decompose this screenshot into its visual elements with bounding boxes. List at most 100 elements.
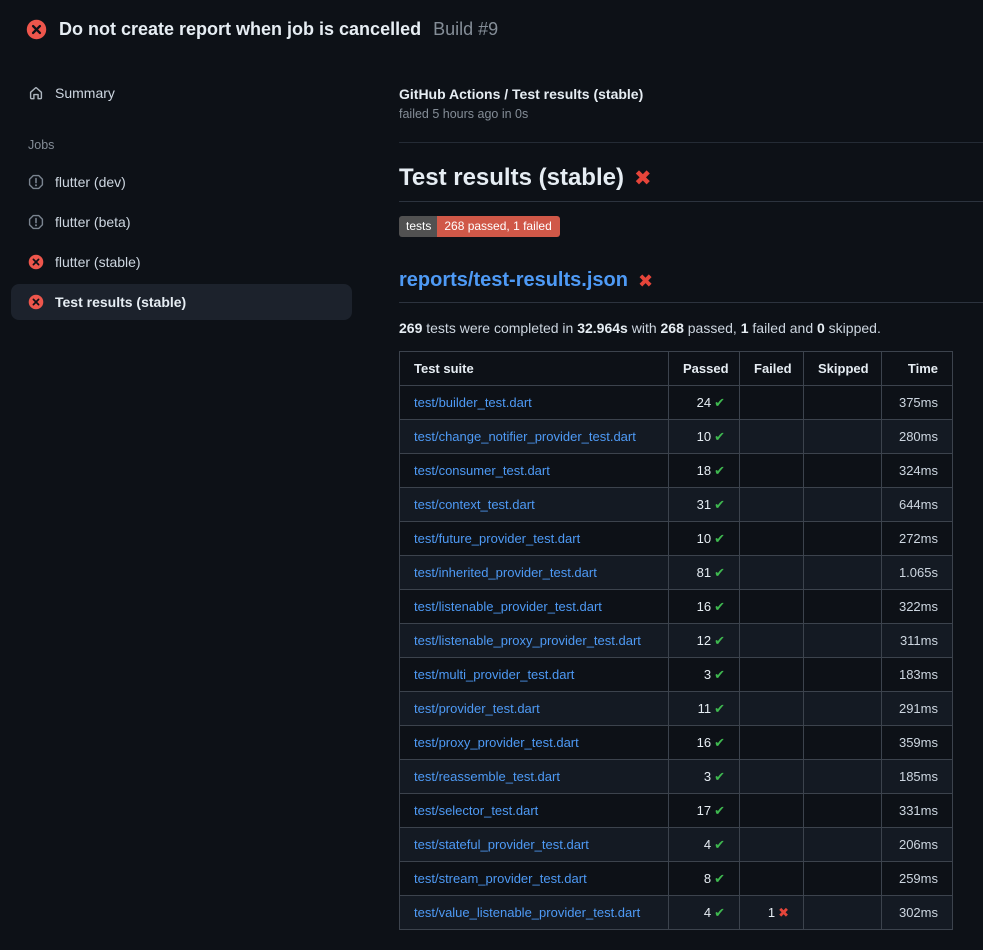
- test-suite-link[interactable]: test/context_test.dart: [414, 497, 654, 512]
- table-row: test/future_provider_test.dart 10✔ 272ms: [400, 522, 953, 556]
- passed-cell: 3✔: [669, 760, 740, 794]
- summary-segment: tests were completed in: [422, 320, 577, 336]
- skipped-cell: [804, 624, 882, 658]
- check-icon: ✔: [714, 463, 725, 478]
- suite-cell: test/inherited_provider_test.dart: [400, 556, 669, 590]
- test-suite-link[interactable]: test/inherited_provider_test.dart: [414, 565, 654, 580]
- skipped-cell: [804, 556, 882, 590]
- test-suite-link[interactable]: test/future_provider_test.dart: [414, 531, 654, 546]
- summary-segment: 32.964s: [577, 320, 628, 336]
- job-item-label: flutter (dev): [55, 174, 126, 190]
- failed-cell: [740, 386, 804, 420]
- time-cell: 644ms: [882, 488, 953, 522]
- summary-segment: 268: [661, 320, 684, 336]
- table-row: test/multi_provider_test.dart 3✔ 183ms: [400, 658, 953, 692]
- passed-cell: 24✔: [669, 386, 740, 420]
- suite-cell: test/consumer_test.dart: [400, 454, 669, 488]
- sidebar-job-item[interactable]: Test results (stable): [11, 284, 352, 320]
- table-header-row: Test suitePassedFailedSkippedTime: [400, 352, 953, 386]
- passed-cell: 12✔: [669, 624, 740, 658]
- cancelled-stop-icon: [28, 214, 44, 230]
- passed-cell: 16✔: [669, 726, 740, 760]
- column-header-time: Time: [882, 352, 953, 386]
- table-body: test/builder_test.dart 24✔ 375ms test/ch…: [400, 386, 953, 930]
- skipped-cell: [804, 726, 882, 760]
- failed-cell: [740, 692, 804, 726]
- summary-segment: 269: [399, 320, 422, 336]
- test-suite-link[interactable]: test/change_notifier_provider_test.dart: [414, 429, 654, 444]
- skipped-cell: [804, 760, 882, 794]
- test-suite-link[interactable]: test/reassemble_test.dart: [414, 769, 654, 784]
- check-icon: ✔: [714, 599, 725, 614]
- skipped-cell: [804, 488, 882, 522]
- failed-cell: [740, 828, 804, 862]
- table-row: test/change_notifier_provider_test.dart …: [400, 420, 953, 454]
- failed-x-circle-icon: [28, 254, 44, 270]
- failed-cell: [740, 522, 804, 556]
- test-suite-link[interactable]: test/provider_test.dart: [414, 701, 654, 716]
- table-row: test/listenable_proxy_provider_test.dart…: [400, 624, 953, 658]
- skipped-cell: [804, 828, 882, 862]
- check-icon: ✔: [714, 803, 725, 818]
- sidebar-summary-label: Summary: [55, 85, 115, 101]
- breadcrumb: GitHub Actions / Test results (stable): [399, 86, 983, 102]
- failed-cell: [740, 488, 804, 522]
- suite-cell: test/change_notifier_provider_test.dart: [400, 420, 669, 454]
- build-number: Build #9: [433, 19, 498, 40]
- check-icon: ✔: [714, 531, 725, 546]
- summary-segment: failed and: [749, 320, 818, 336]
- failed-cell: [740, 862, 804, 896]
- sidebar-job-item[interactable]: flutter (beta): [11, 204, 352, 240]
- summary-segment: 0: [817, 320, 825, 336]
- main-content: GitHub Actions / Test results (stable) f…: [370, 56, 983, 930]
- job-item-label: Test results (stable): [55, 294, 186, 310]
- test-suite-link[interactable]: test/proxy_provider_test.dart: [414, 735, 654, 750]
- suite-cell: test/context_test.dart: [400, 488, 669, 522]
- page-title: Do not create report when job is cancell…: [59, 19, 421, 40]
- failed-cell: [740, 760, 804, 794]
- skipped-cell: [804, 692, 882, 726]
- check-run-header: Do not create report when job is cancell…: [0, 0, 983, 56]
- failed-cell: [740, 794, 804, 828]
- badge-label: tests: [399, 216, 437, 237]
- test-suite-link[interactable]: test/listenable_provider_test.dart: [414, 599, 654, 614]
- fail-x-icon: ✖: [778, 905, 789, 920]
- table-row: test/reassemble_test.dart 3✔ 185ms: [400, 760, 953, 794]
- failed-cell: [740, 556, 804, 590]
- check-icon: ✔: [714, 871, 725, 886]
- test-suite-link[interactable]: test/consumer_test.dart: [414, 463, 654, 478]
- failed-cell: [740, 454, 804, 488]
- column-header-passed: Passed: [669, 352, 740, 386]
- sidebar-job-item[interactable]: flutter (dev): [11, 164, 352, 200]
- check-icon: ✔: [714, 667, 725, 682]
- table-row: test/value_listenable_provider_test.dart…: [400, 896, 953, 930]
- suite-cell: test/future_provider_test.dart: [400, 522, 669, 556]
- failed-x-circle-icon: [28, 294, 44, 310]
- failed-x-icon: ✖: [634, 168, 652, 189]
- failed-cell: [740, 726, 804, 760]
- sidebar-job-item[interactable]: flutter (stable): [11, 244, 352, 280]
- passed-cell: 18✔: [669, 454, 740, 488]
- passed-cell: 31✔: [669, 488, 740, 522]
- time-cell: 259ms: [882, 862, 953, 896]
- check-icon: ✔: [714, 633, 725, 648]
- test-suite-link[interactable]: test/selector_test.dart: [414, 803, 654, 818]
- passed-cell: 8✔: [669, 862, 740, 896]
- test-suite-link[interactable]: test/stateful_provider_test.dart: [414, 837, 654, 852]
- check-icon: ✔: [714, 701, 725, 716]
- test-suite-link[interactable]: test/stream_provider_test.dart: [414, 871, 654, 886]
- test-suite-link[interactable]: test/listenable_proxy_provider_test.dart: [414, 633, 654, 648]
- sidebar-item-summary[interactable]: Summary: [11, 75, 352, 111]
- badge-value: 268 passed, 1 failed: [437, 216, 559, 237]
- test-suite-link[interactable]: test/value_listenable_provider_test.dart: [414, 905, 654, 920]
- passed-cell: 11✔: [669, 692, 740, 726]
- report-file-link[interactable]: reports/test-results.json: [399, 269, 628, 292]
- failed-cell: [740, 420, 804, 454]
- time-cell: 375ms: [882, 386, 953, 420]
- suite-cell: test/provider_test.dart: [400, 692, 669, 726]
- passed-cell: 81✔: [669, 556, 740, 590]
- test-suite-link[interactable]: test/builder_test.dart: [414, 395, 654, 410]
- home-icon: [28, 85, 44, 101]
- summary-line: 269 tests were completed in 32.964s with…: [399, 320, 983, 336]
- test-suite-link[interactable]: test/multi_provider_test.dart: [414, 667, 654, 682]
